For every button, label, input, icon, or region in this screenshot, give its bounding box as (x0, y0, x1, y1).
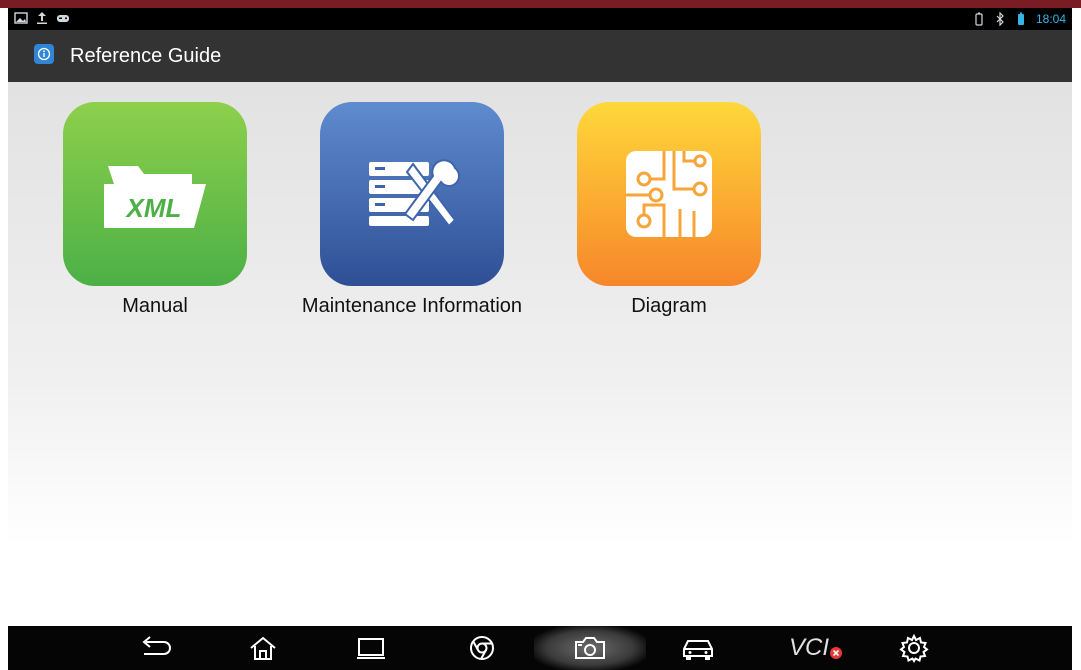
reference-guide-icon[interactable] (34, 44, 54, 64)
system-status: 18:04 (974, 11, 1066, 27)
game-notification-icon (57, 15, 69, 22)
xml-folder-icon: XML (104, 166, 206, 228)
battery-charging-icon (1017, 12, 1024, 25)
upload-notification-icon (37, 12, 47, 24)
bluetooth-icon (996, 12, 1004, 26)
browser-button[interactable] (462, 632, 502, 664)
battery-outline-icon (975, 12, 983, 26)
maintenance-tile-icon[interactable] (320, 102, 504, 286)
screen: 18:04 Reference Guide XML Manual Mainten… (0, 0, 1081, 670)
svg-text:XML: XML (125, 193, 182, 223)
image-notification-icon (14, 12, 28, 24)
back-icon (142, 636, 171, 655)
maintenance-information-label[interactable]: Maintenance Information (302, 294, 522, 318)
back-button[interactable] (135, 632, 175, 664)
recent-apps-icon (357, 638, 385, 659)
car-icon (683, 640, 713, 660)
info-glyph-icon (37, 47, 51, 61)
navigation-bar: VCI (8, 626, 1072, 670)
server-tools-icon (369, 159, 460, 228)
settings-icon (899, 633, 929, 663)
home-button[interactable] (243, 632, 283, 664)
page-title: Reference Guide (70, 45, 222, 67)
camera-button[interactable] (570, 632, 610, 664)
clock: 18:04 (1035, 12, 1066, 26)
vci-disconnected-icon (830, 647, 842, 659)
vci-label: VCI (788, 634, 829, 661)
home-icon (250, 636, 276, 660)
tile-maintenance-information[interactable]: Maintenance Information (292, 102, 532, 318)
diagram-tile-icon[interactable] (577, 102, 761, 286)
top-accent-strip (0, 0, 1081, 8)
recent-apps-button[interactable] (351, 632, 391, 664)
circuit-board-icon (626, 151, 712, 237)
app-title-bar: Reference Guide (8, 30, 1072, 82)
vci-button[interactable]: VCI (786, 632, 846, 664)
manual-label[interactable]: Manual (122, 294, 188, 318)
notification-icons (14, 11, 70, 25)
tile-diagram[interactable]: Diagram (549, 102, 789, 318)
diagram-label[interactable]: Diagram (631, 294, 707, 318)
browser-icon (470, 636, 494, 660)
camera-icon (575, 637, 605, 659)
car-button[interactable] (678, 632, 718, 664)
status-bar: 18:04 (8, 8, 1072, 30)
main-content: XML Manual Maintenance Information Diagr… (8, 82, 1072, 626)
manual-tile-icon[interactable]: XML (63, 102, 247, 286)
settings-button[interactable] (894, 632, 934, 664)
tile-manual[interactable]: XML Manual (35, 102, 275, 318)
